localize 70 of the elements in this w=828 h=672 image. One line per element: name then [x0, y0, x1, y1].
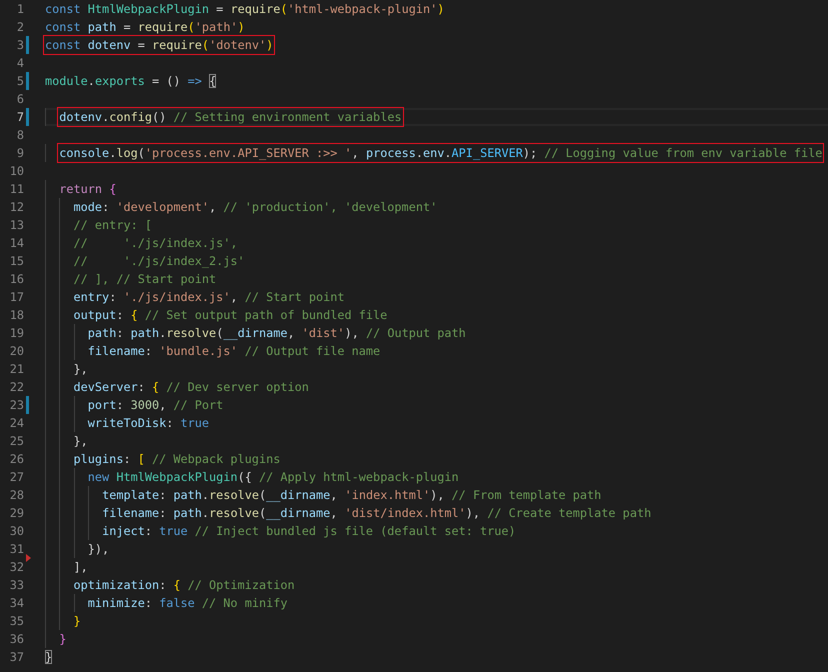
line-number: 16	[8, 271, 24, 288]
code-line: // './js/index.js',	[74, 235, 238, 251]
code-line: port: 3000, // Port	[88, 397, 224, 413]
line-number: 10	[8, 163, 24, 180]
line-number: 5	[16, 73, 24, 90]
line-number: 30	[8, 523, 24, 540]
line-number: 35	[8, 613, 24, 630]
line-number: 9	[16, 145, 24, 162]
code-line: new HtmlWebpackPlugin({ // Apply html-webpack-plugin	[88, 469, 459, 485]
code-line: filename: path.resolve(__dirname, 'dist/index.html'), // Create template path	[102, 505, 652, 521]
code-line: // entry: [	[74, 217, 152, 233]
code-line: writeToDisk: true	[88, 415, 210, 431]
line-number: 37	[8, 649, 24, 666]
line-number: 31	[8, 541, 24, 558]
line-number: 36	[8, 631, 24, 648]
code-line: inject: true // Inject bundled js file (default set: true)	[102, 523, 516, 539]
code-line: console.log('process.env.API_SERVER :>> ', process.env.API_SERVER); // Logging value from env variable file	[59, 145, 822, 161]
code-line: module.exports = () => {	[45, 73, 216, 89]
line-number: 25	[8, 433, 24, 450]
code-line: devServer: { // Dev server option	[74, 379, 309, 395]
code-line: const path = require('path')	[45, 19, 245, 35]
line-number: 1	[16, 1, 24, 18]
line-number: 20	[8, 343, 24, 360]
code-line: mode: 'development', // 'production', 'development'	[74, 199, 438, 215]
line-number: 13	[8, 217, 24, 234]
line-number: 24	[8, 415, 24, 432]
code-line: return {	[59, 181, 116, 197]
line-number: 4	[16, 55, 24, 72]
line-number: 27	[8, 469, 24, 486]
line-number: 2	[16, 19, 24, 36]
code-line: entry: './js/index.js', // Start point	[74, 289, 345, 305]
code-line: }	[59, 631, 66, 647]
line-number: 21	[8, 361, 24, 378]
line-number: 19	[8, 325, 24, 342]
line-number: 34	[8, 595, 24, 612]
line-number: 18	[8, 307, 24, 324]
code-line: dotenv.config() // Setting environment variables	[59, 109, 402, 125]
line-number: 3	[16, 37, 24, 54]
line-number: 6	[16, 91, 24, 108]
line-number: 12	[8, 199, 24, 216]
line-number: 17	[8, 289, 24, 306]
code-line: const dotenv = require('dotenv')	[45, 37, 274, 53]
line-number: 26	[8, 451, 24, 468]
code-line: }),	[88, 541, 110, 557]
code-line: },	[74, 433, 88, 449]
code-line: },	[74, 361, 88, 377]
code-line: filename: 'bundle.js' // Output file name	[88, 343, 380, 359]
code-line: }	[74, 613, 81, 629]
code-line: ],	[74, 559, 88, 575]
line-number: 33	[8, 577, 24, 594]
code-line: const HtmlWebpackPlugin = require('html-webpack-plugin')	[45, 1, 444, 17]
code-line: }	[45, 649, 52, 665]
line-number: 22	[8, 379, 24, 396]
line-number: 32	[8, 559, 24, 576]
code-line: output: { // Set output path of bundled file	[74, 307, 388, 323]
line-number: 11	[8, 181, 24, 198]
line-number: 28	[8, 487, 24, 504]
line-number: 8	[16, 127, 24, 144]
line-number: 14	[8, 235, 24, 252]
code-line: plugins: [ // Webpack plugins	[74, 451, 280, 467]
code-line: minimize: false // No minify	[88, 595, 288, 611]
line-number: 23	[8, 397, 24, 414]
code-line: // ], // Start point	[74, 271, 216, 287]
line-number: 15	[8, 253, 24, 270]
line-number: 7	[16, 109, 24, 126]
code-line: path: path.resolve(__dirname, 'dist'), // Output path	[88, 325, 466, 341]
code-line: optimization: { // Optimization	[74, 577, 295, 593]
code-line: // './js/index_2.js'	[74, 253, 245, 269]
code-line: template: path.resolve(__dirname, 'index.html'), // From template path	[102, 487, 602, 503]
line-number: 29	[8, 505, 24, 522]
